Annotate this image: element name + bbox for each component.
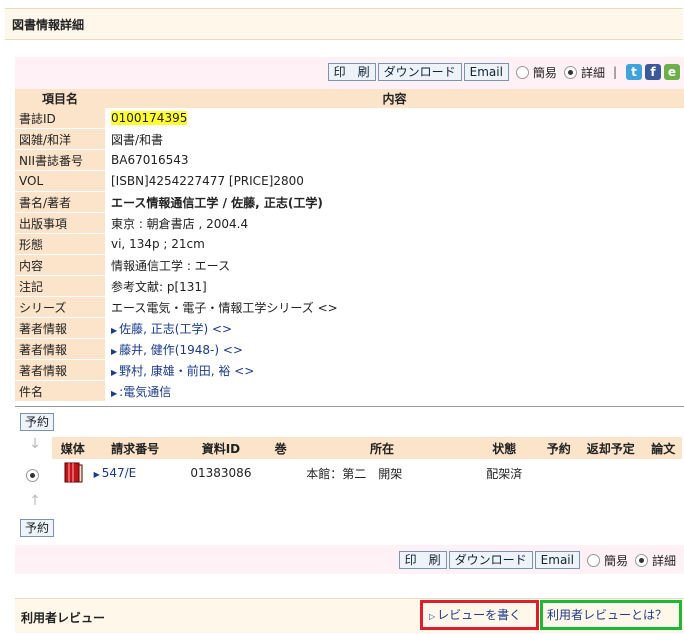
detail-label-bottom: 詳細	[651, 553, 676, 568]
email-button[interactable]: Email	[463, 63, 509, 81]
email-button-bottom[interactable]: Email	[534, 551, 580, 569]
top-toolbar: 印 刷 ダウンロード Email 簡易 詳細 | t f e	[327, 62, 680, 82]
toolbar-separator: |	[612, 65, 617, 79]
detail-radio-bottom[interactable]	[634, 553, 648, 567]
page-header: 図書情報詳細	[5, 8, 683, 40]
status: 配架済	[486, 466, 523, 481]
table-row: NII書誌番号 BA67016543	[15, 149, 684, 171]
simple-label: 簡易	[532, 65, 557, 80]
table-row: シリーズ エース電気・電子・情報工学シリーズ <>	[15, 296, 684, 318]
location: 本館：第二 開架	[306, 466, 403, 481]
write-review-label: レビューを書く	[437, 608, 522, 622]
detail-panel: 印 刷 ダウンロード Email 簡易 詳細 | t f e 項目名 内容 書誌…	[15, 57, 684, 402]
simple-label-bottom: 簡易	[603, 553, 628, 568]
table-row: 形態 vi, 134p ; 21cm	[15, 233, 684, 255]
header-key: 項目名	[15, 89, 105, 108]
detail-label: 詳細	[580, 65, 605, 80]
header-value: 内容	[105, 89, 684, 108]
triangle-right-icon: ▶	[93, 470, 100, 479]
due-cell	[577, 459, 645, 487]
table-row: 件名 ▶:電気通信	[15, 380, 684, 402]
about-review-link[interactable]: 利用者レビューとは？	[540, 600, 682, 630]
download-button-bottom[interactable]: ダウンロード	[448, 551, 533, 569]
section-divider	[15, 406, 684, 407]
col-media: 媒体	[52, 437, 94, 459]
write-review-link[interactable]: ▷ レビューを書く	[420, 600, 539, 630]
print-button[interactable]: 印 刷	[327, 63, 376, 81]
col-volume: 巻	[265, 437, 297, 459]
call-number-link[interactable]: 547/E	[102, 466, 137, 480]
table-row: ▶ 547/E 01383086 本館：第二 開架 配架済	[52, 459, 682, 487]
author-link[interactable]: 藤井, 健作(1948-) <>	[119, 343, 243, 357]
simple-radio-bottom[interactable]	[586, 553, 600, 567]
triangle-right-icon: ▶	[111, 388, 118, 398]
col-due: 返却予定	[576, 437, 645, 459]
table-row: 著者情報 ▶ 佐藤, 正志(工学) <>	[15, 317, 684, 339]
triangle-right-icon: ▶	[111, 367, 118, 377]
col-item-id: 資料ID	[176, 437, 266, 459]
review-title: 利用者レビュー	[21, 611, 106, 625]
author-link[interactable]: 野村, 康雄・前田, 裕 <>	[119, 364, 254, 378]
subject-link[interactable]: :電気通信	[119, 385, 171, 399]
arrow-up-icon: ↑	[29, 493, 41, 509]
col-location: 所在	[296, 437, 468, 459]
bottom-toolbar: 印 刷 ダウンロード Email 簡易 詳細	[15, 545, 684, 574]
table-row: 著者情報 ▶ 藤井, 健作(1948-) <>	[15, 338, 684, 360]
about-review-label: 利用者レビューとは？	[547, 608, 668, 622]
bib-id-value: 0100174395	[111, 111, 188, 125]
table-row: 図雑/和洋 図書/和書	[15, 128, 684, 150]
book-icon	[64, 462, 83, 482]
triangle-right-icon: ▷	[429, 612, 436, 621]
table-row: 著者情報 ▶ 野村, 康雄・前田, 裕 <>	[15, 359, 684, 381]
simple-radio[interactable]	[515, 65, 529, 79]
item-id: 01383086	[190, 466, 252, 480]
author-link[interactable]: 佐藤, 正志(工学) <>	[119, 322, 232, 336]
volume	[265, 459, 296, 487]
bib-info-table: 項目名 内容 書誌ID 0100174395 図雑/和洋 図書/和書 NII書誌番号…	[15, 89, 684, 402]
holdings-table: 媒体 請求番号 資料ID 巻 所在 状態 予約 返却予定 論文 ▶ 547/E 0…	[52, 437, 682, 487]
item-select-radio[interactable]	[26, 469, 39, 482]
table-row: 注記 参考文献: p[131]	[15, 275, 684, 297]
table-row: VOL [ISBN]4254227477 [PRICE]2800	[15, 170, 684, 192]
download-button[interactable]: ダウンロード	[377, 63, 462, 81]
col-reserve: 予約	[540, 437, 577, 459]
reserve-button-bottom[interactable]: 予約	[20, 519, 55, 537]
facebook-icon[interactable]: f	[645, 64, 661, 80]
title-author-value: エース情報通信工学 / 佐藤, 正志(工学)	[105, 191, 684, 213]
reserve-button-top[interactable]: 予約	[20, 413, 55, 431]
paper-cell	[645, 459, 682, 487]
table-row: 内容 情報通信工学 : エース	[15, 254, 684, 276]
triangle-right-icon: ▶	[111, 346, 118, 356]
page-title: 図書情報詳細	[12, 18, 85, 32]
detail-radio[interactable]	[563, 65, 577, 79]
col-paper: 論文	[644, 437, 682, 459]
review-section: 利用者レビュー ▷ レビューを書く 利用者レビューとは？	[15, 598, 684, 633]
table-row: 出版事項 東京 : 朝倉書店 , 2004.4	[15, 212, 684, 234]
twitter-icon[interactable]: t	[626, 64, 642, 80]
reserve-cell	[541, 459, 577, 487]
triangle-right-icon: ▶	[111, 325, 118, 335]
col-status: 状態	[467, 437, 541, 459]
print-button-bottom[interactable]: 印 刷	[398, 551, 447, 569]
arrow-down-icon: ↓	[29, 436, 41, 452]
col-call-number: 請求番号	[93, 437, 177, 459]
table-row: 書誌ID 0100174395	[15, 108, 684, 129]
table-row: 書名/著者 エース情報通信工学 / 佐藤, 正志(工学)	[15, 191, 684, 213]
evernote-icon[interactable]: e	[664, 64, 680, 80]
